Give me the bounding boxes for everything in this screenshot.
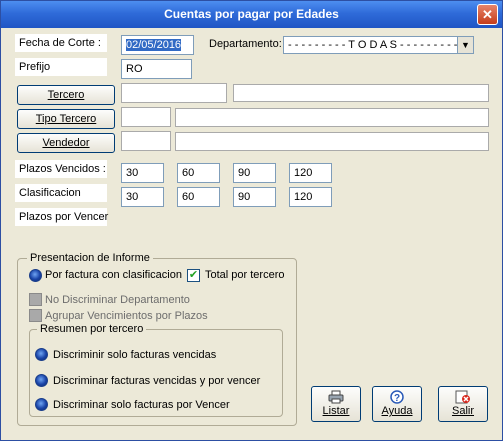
por-factura-radio[interactable]	[29, 269, 42, 282]
clasificacion-1-input[interactable]: 30	[121, 187, 164, 207]
listar-button[interactable]: Listar	[311, 386, 361, 422]
ayuda-label: Ayuda	[381, 405, 413, 417]
no-discriminar-label: No Discriminar Departamento	[45, 294, 190, 306]
plazo-vencido-1-input[interactable]: 30	[121, 163, 164, 183]
solo-vencidas-radio[interactable]	[35, 348, 48, 361]
tercero-name-input[interactable]	[233, 84, 489, 102]
report-window: Cuentas por pagar por Edades ✕ Fecha de …	[0, 0, 503, 441]
exit-icon	[455, 390, 470, 404]
plazo-vencido-2-input[interactable]: 60	[177, 163, 220, 183]
departamento-label: Departamento:	[209, 38, 282, 50]
fecha-corte-label: Fecha de Corte :	[15, 34, 107, 52]
resumen-legend: Resumen por tercero	[37, 323, 147, 335]
clasificacion-3-input[interactable]: 90	[233, 187, 276, 207]
solo-vencidas-label: Discriminir solo facturas vencidas	[53, 349, 217, 361]
vendedor-code-input[interactable]	[121, 131, 171, 151]
plazo-vencido-3-input[interactable]: 90	[233, 163, 276, 183]
agrupar-checkbox[interactable]	[29, 309, 42, 322]
plazos-por-vencer-label: Plazos por Vencer	[15, 208, 108, 226]
tipo-tercero-name-input[interactable]	[175, 108, 489, 127]
vencidas-y-por-vencer-radio[interactable]	[35, 374, 48, 387]
salir-label: Salir	[451, 405, 474, 417]
vencidas-y-por-vencer-label: Discriminar facturas vencidas y por venc…	[53, 375, 261, 387]
ayuda-button[interactable]: ? Ayuda	[372, 386, 422, 422]
clasificacion-2-input[interactable]: 60	[177, 187, 220, 207]
help-icon: ?	[390, 390, 404, 404]
plazo-vencido-4-input[interactable]: 120	[289, 163, 332, 183]
printer-icon	[328, 390, 344, 404]
vendedor-button[interactable]: Vendedor	[17, 133, 115, 153]
salir-button[interactable]: Salir	[438, 386, 488, 422]
window-title: Cuentas por pagar por Edades	[164, 7, 339, 21]
tercero-button[interactable]: Tercero	[17, 85, 115, 105]
por-factura-label: Por factura con clasificacion	[45, 269, 182, 281]
departamento-select[interactable]: - - - - - - - - - T O D A S - - - - - - …	[283, 36, 474, 54]
agrupar-label: Agrupar Vencimientos por Plazos	[45, 310, 208, 322]
clasificacion-label: Clasificacion	[15, 184, 107, 202]
plazos-vencidos-label: Plazos Vencidos :	[15, 160, 107, 178]
tipo-tercero-button[interactable]: Tipo Tercero	[17, 109, 115, 129]
tipo-tercero-code-input[interactable]	[121, 107, 171, 127]
total-por-tercero-label: Total por tercero	[205, 269, 285, 281]
no-discriminar-checkbox[interactable]	[29, 293, 42, 306]
close-button[interactable]: ✕	[477, 4, 498, 25]
prefijo-label: Prefijo	[15, 58, 107, 76]
solo-por-vencer-label: Discriminar solo facturas por Vencer	[53, 399, 230, 411]
clasificacion-4-input[interactable]: 120	[289, 187, 332, 207]
total-por-tercero-checkbox[interactable]: ✔	[187, 269, 200, 282]
chevron-down-icon[interactable]: ▼	[457, 37, 473, 53]
tercero-code-input[interactable]	[121, 83, 227, 103]
departamento-value: - - - - - - - - - T O D A S - - - - - - …	[288, 39, 465, 51]
listar-label: Listar	[322, 405, 350, 417]
fecha-corte-value: 02/05/2016	[126, 39, 182, 51]
title-bar[interactable]: Cuentas por pagar por Edades ✕	[1, 1, 502, 28]
fecha-corte-input[interactable]: 02/05/2016	[121, 35, 194, 55]
svg-text:?: ?	[394, 393, 400, 404]
solo-por-vencer-radio[interactable]	[35, 398, 48, 411]
checkmark-icon: ✔	[188, 269, 199, 281]
presentacion-legend: Presentacion de Informe	[27, 252, 153, 264]
prefijo-input[interactable]: RO	[121, 59, 192, 79]
vendedor-name-input[interactable]	[175, 132, 489, 151]
